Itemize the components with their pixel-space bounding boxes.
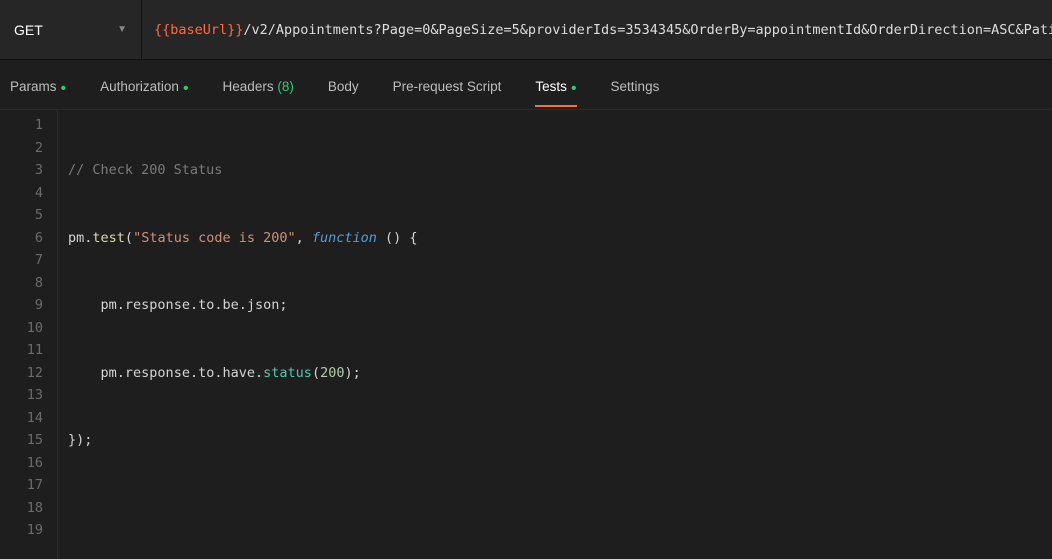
tab-tests[interactable]: Tests• [535,64,576,106]
tab-headers[interactable]: Headers (8) [223,64,294,106]
line-number: 15 [0,429,43,452]
line-number: 7 [0,249,43,272]
line-number: 8 [0,272,43,295]
url-variable: {{baseUrl}} [154,22,243,38]
code-line: pm.response.to.be.json; [68,294,751,317]
line-number: 9 [0,294,43,317]
line-number: 13 [0,384,43,407]
method-selector[interactable]: GET ▼ [0,0,142,59]
line-number: 6 [0,227,43,250]
code-line: pm.test("Status code is 200", function (… [68,227,751,250]
tab-bar: Params• Authorization• Headers (8) Body … [0,60,1052,110]
code-line: }); [68,429,751,452]
code-line: // Check 200 Status [68,159,751,182]
line-number: 18 [0,497,43,520]
line-number: 16 [0,452,43,475]
code-line [68,497,751,520]
status-dot-icon: • [183,80,189,97]
line-number: 12 [0,362,43,385]
line-gutter: 1 2 3 4 5 6 7 8 9 10 11 12 13 14 15 16 1… [0,110,58,559]
url-input[interactable]: {{baseUrl}}/v2/Appointments?Page=0&PageS… [142,0,1052,59]
tab-params[interactable]: Params• [10,64,66,106]
url-path: /v2/Appointments?Page=0&PageSize=5&provi… [243,22,1052,38]
status-dot-icon: • [571,80,577,97]
tab-settings[interactable]: Settings [611,64,660,106]
line-number: 4 [0,182,43,205]
status-dot-icon: • [61,80,67,97]
line-number: 5 [0,204,43,227]
chevron-down-icon: ▼ [117,24,127,35]
request-bar: GET ▼ {{baseUrl}}/v2/Appointments?Page=0… [0,0,1052,60]
line-number: 11 [0,339,43,362]
tab-authorization[interactable]: Authorization• [100,64,188,106]
tab-prerequest[interactable]: Pre-request Script [393,64,502,106]
line-number: 2 [0,137,43,160]
line-number: 14 [0,407,43,430]
code-editor[interactable]: 1 2 3 4 5 6 7 8 9 10 11 12 13 14 15 16 1… [0,110,1052,559]
code-content[interactable]: // Check 200 Status pm.test("Status code… [58,110,751,559]
line-number: 17 [0,474,43,497]
line-number: 10 [0,317,43,340]
line-number: 19 [0,519,43,542]
headers-count: (8) [277,79,294,94]
code-line: pm.response.to.have.status(200); [68,362,751,385]
line-number: 3 [0,159,43,182]
line-number: 1 [0,114,43,137]
method-label: GET [14,22,43,38]
tab-body[interactable]: Body [328,64,359,106]
